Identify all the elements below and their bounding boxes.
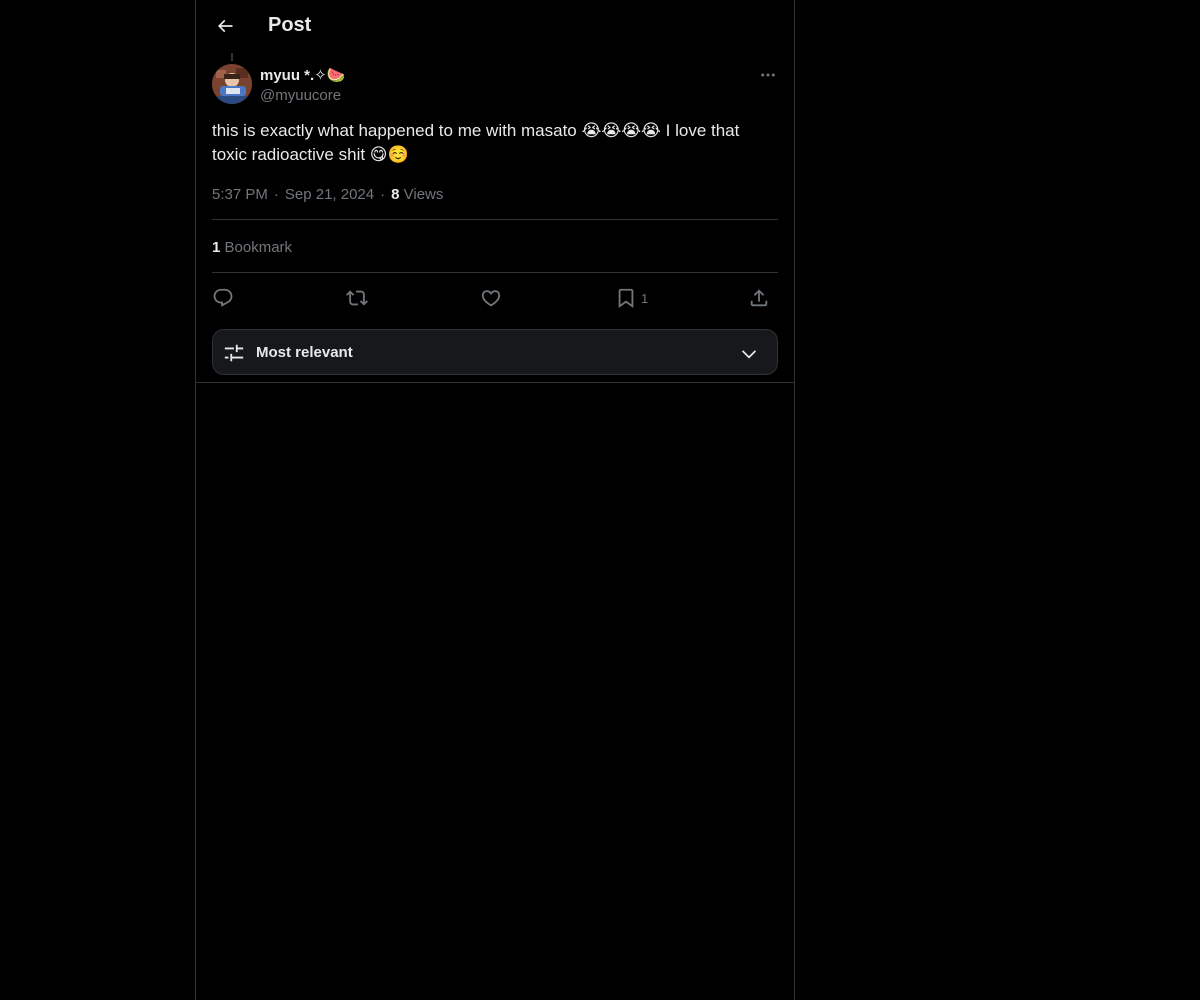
bookmark-icon <box>618 288 634 309</box>
like-button[interactable] <box>480 282 502 314</box>
bookmark-count: 1 <box>641 290 649 306</box>
divider <box>212 272 778 273</box>
thread-connector-line <box>231 53 233 61</box>
divider <box>212 219 778 220</box>
bookmarks-count: 1 <box>212 239 221 256</box>
post-time[interactable]: 5:37 PM <box>212 186 268 203</box>
bookmarks-stat[interactable]: 1 Bookmark <box>212 239 292 256</box>
reply-button[interactable] <box>212 282 234 314</box>
main-column: Post myuu *.✧🍉 @myuucore this is exactly… <box>195 0 795 1000</box>
share-button[interactable] <box>748 282 770 314</box>
sort-label: Most relevant <box>256 344 353 361</box>
arrow-left-icon <box>217 19 233 33</box>
views-label: Views <box>403 186 444 203</box>
views-count: 8 <box>391 186 400 203</box>
reply-icon <box>213 288 233 307</box>
chevron-down-icon <box>741 350 757 359</box>
bookmark-button[interactable]: 1 <box>615 282 648 314</box>
action-bar: 1 <box>212 282 778 314</box>
repost-icon <box>346 290 368 306</box>
more-dots-icon <box>761 73 775 77</box>
bookmarks-label: Bookmark <box>224 239 293 256</box>
share-icon <box>750 289 768 307</box>
more-options-button[interactable] <box>754 64 782 86</box>
avatar[interactable] <box>212 64 252 104</box>
sort-replies-dropdown[interactable]: Most relevant <box>212 329 778 375</box>
post-meta: 5:37 PM · Sep 21, 2024 · 8 Views <box>212 186 443 203</box>
section-divider <box>196 382 794 383</box>
author-handle[interactable]: @myuucore <box>260 87 341 104</box>
post-date[interactable]: Sep 21, 2024 <box>285 186 374 203</box>
meta-separator: · <box>380 186 386 203</box>
filter-sliders-icon <box>224 344 244 362</box>
repost-button[interactable] <box>346 282 368 314</box>
heart-icon <box>481 290 501 307</box>
page-header: Post <box>196 0 794 53</box>
meta-separator: · <box>273 186 279 203</box>
back-button[interactable] <box>208 9 242 43</box>
author-name[interactable]: myuu *.✧🍉 <box>260 66 345 84</box>
page-title: Post <box>268 14 312 36</box>
post-text: this is exactly what happened to me with… <box>212 121 740 164</box>
